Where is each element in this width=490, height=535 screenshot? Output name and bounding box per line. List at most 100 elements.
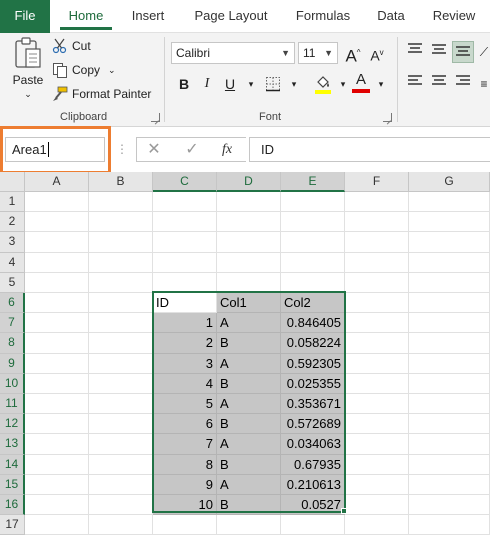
row-header[interactable]: 1 xyxy=(0,192,25,213)
table-cell[interactable]: 0.210613 xyxy=(281,474,345,495)
table-cell[interactable] xyxy=(89,434,153,455)
table-cell[interactable] xyxy=(281,212,345,233)
table-cell[interactable]: 0.592305 xyxy=(281,353,345,374)
copy-dropdown-icon[interactable]: ⌄ xyxy=(108,65,116,76)
table-cell[interactable]: 0.572689 xyxy=(281,414,345,435)
table-cell[interactable] xyxy=(25,515,89,535)
borders-button[interactable] xyxy=(262,73,284,95)
table-cell[interactable] xyxy=(217,272,281,293)
table-cell[interactable] xyxy=(89,313,153,334)
table-cell[interactable] xyxy=(409,373,490,394)
table-cell[interactable] xyxy=(25,252,89,273)
table-cell[interactable] xyxy=(89,515,153,535)
table-cell[interactable] xyxy=(345,192,409,213)
table-cell[interactable] xyxy=(89,414,153,435)
table-cell[interactable] xyxy=(25,495,89,516)
table-cell[interactable] xyxy=(345,474,409,495)
table-cell[interactable]: 7 xyxy=(153,434,217,455)
table-cell[interactable] xyxy=(89,293,153,314)
align-middle-button[interactable] xyxy=(428,41,450,63)
row-header[interactable]: 9 xyxy=(0,353,25,374)
table-cell[interactable]: 9 xyxy=(153,474,217,495)
table-cell[interactable]: 0.353671 xyxy=(281,394,345,415)
column-header[interactable]: A xyxy=(25,172,89,192)
align-center-button[interactable] xyxy=(428,73,450,95)
table-cell[interactable] xyxy=(409,515,490,535)
table-cell[interactable] xyxy=(345,373,409,394)
table-cell[interactable] xyxy=(345,394,409,415)
shrink-font-button[interactable]: Av xyxy=(366,42,388,64)
row-header[interactable]: 10 xyxy=(0,373,25,394)
align-top-button[interactable] xyxy=(404,41,426,63)
insert-function-button[interactable]: fx xyxy=(216,137,238,162)
row-header[interactable]: 7 xyxy=(0,313,25,334)
table-cell[interactable]: A xyxy=(217,353,281,374)
bold-button[interactable]: B xyxy=(173,73,195,95)
table-cell[interactable] xyxy=(89,272,153,293)
table-cell[interactable] xyxy=(409,394,490,415)
row-header[interactable]: 3 xyxy=(0,232,25,253)
table-cell[interactable] xyxy=(281,232,345,253)
table-cell[interactable] xyxy=(409,212,490,233)
row-header[interactable]: 2 xyxy=(0,212,25,233)
table-cell[interactable] xyxy=(25,474,89,495)
font-family-select[interactable]: Calibri ▼ xyxy=(171,42,295,64)
table-header-cell[interactable]: Col2 xyxy=(281,293,345,314)
table-cell[interactable] xyxy=(25,232,89,253)
table-cell[interactable] xyxy=(345,272,409,293)
font-launcher-icon[interactable] xyxy=(383,113,392,122)
table-cell[interactable] xyxy=(25,272,89,293)
table-cell[interactable]: 0.67935 xyxy=(281,454,345,475)
table-cell[interactable] xyxy=(345,353,409,374)
table-cell[interactable] xyxy=(25,293,89,314)
row-header[interactable]: 12 xyxy=(0,414,25,435)
paste-button[interactable]: Paste ⌄ xyxy=(8,37,48,107)
more-options-icon[interactable]: ⋮ xyxy=(111,137,133,162)
table-cell[interactable]: 1 xyxy=(153,313,217,334)
tab-review[interactable]: Review xyxy=(428,0,480,33)
cut-button[interactable]: Cut xyxy=(52,37,91,55)
table-cell[interactable] xyxy=(25,434,89,455)
underline-button[interactable]: U xyxy=(219,73,241,95)
table-cell[interactable] xyxy=(409,454,490,475)
table-cell[interactable] xyxy=(89,454,153,475)
table-cell[interactable]: A xyxy=(217,394,281,415)
table-cell[interactable] xyxy=(89,353,153,374)
table-cell[interactable] xyxy=(409,333,490,354)
table-cell[interactable]: B xyxy=(217,495,281,516)
table-cell[interactable]: 0.846405 xyxy=(281,313,345,334)
tab-page-layout[interactable]: Page Layout xyxy=(186,0,276,33)
row-header[interactable]: 13 xyxy=(0,434,25,455)
table-cell[interactable] xyxy=(217,232,281,253)
table-cell[interactable]: A xyxy=(217,313,281,334)
table-cell[interactable] xyxy=(89,232,153,253)
table-cell[interactable] xyxy=(217,212,281,233)
table-cell[interactable] xyxy=(25,212,89,233)
table-cell[interactable] xyxy=(25,394,89,415)
table-cell[interactable] xyxy=(89,474,153,495)
table-cell[interactable] xyxy=(153,252,217,273)
table-cell[interactable] xyxy=(153,232,217,253)
table-cell[interactable] xyxy=(345,515,409,535)
table-cell[interactable] xyxy=(345,495,409,516)
table-cell[interactable] xyxy=(89,333,153,354)
table-cell[interactable] xyxy=(409,414,490,435)
row-header[interactable]: 4 xyxy=(0,252,25,273)
table-cell[interactable] xyxy=(409,474,490,495)
row-header[interactable]: 14 xyxy=(0,454,25,475)
table-cell[interactable] xyxy=(345,293,409,314)
table-cell[interactable] xyxy=(153,515,217,535)
table-cell[interactable] xyxy=(345,333,409,354)
table-cell[interactable] xyxy=(409,434,490,455)
row-header[interactable]: 16 xyxy=(0,495,25,516)
formula-input[interactable]: ID xyxy=(249,137,490,162)
table-cell[interactable] xyxy=(409,272,490,293)
table-cell[interactable] xyxy=(25,333,89,354)
table-header-cell[interactable]: ID xyxy=(153,293,217,314)
column-header[interactable]: B xyxy=(89,172,153,192)
table-cell[interactable] xyxy=(153,212,217,233)
table-cell[interactable] xyxy=(281,272,345,293)
table-cell[interactable]: 0.034063 xyxy=(281,434,345,455)
grow-font-button[interactable]: A^ xyxy=(342,42,364,66)
column-header[interactable]: F xyxy=(345,172,409,192)
